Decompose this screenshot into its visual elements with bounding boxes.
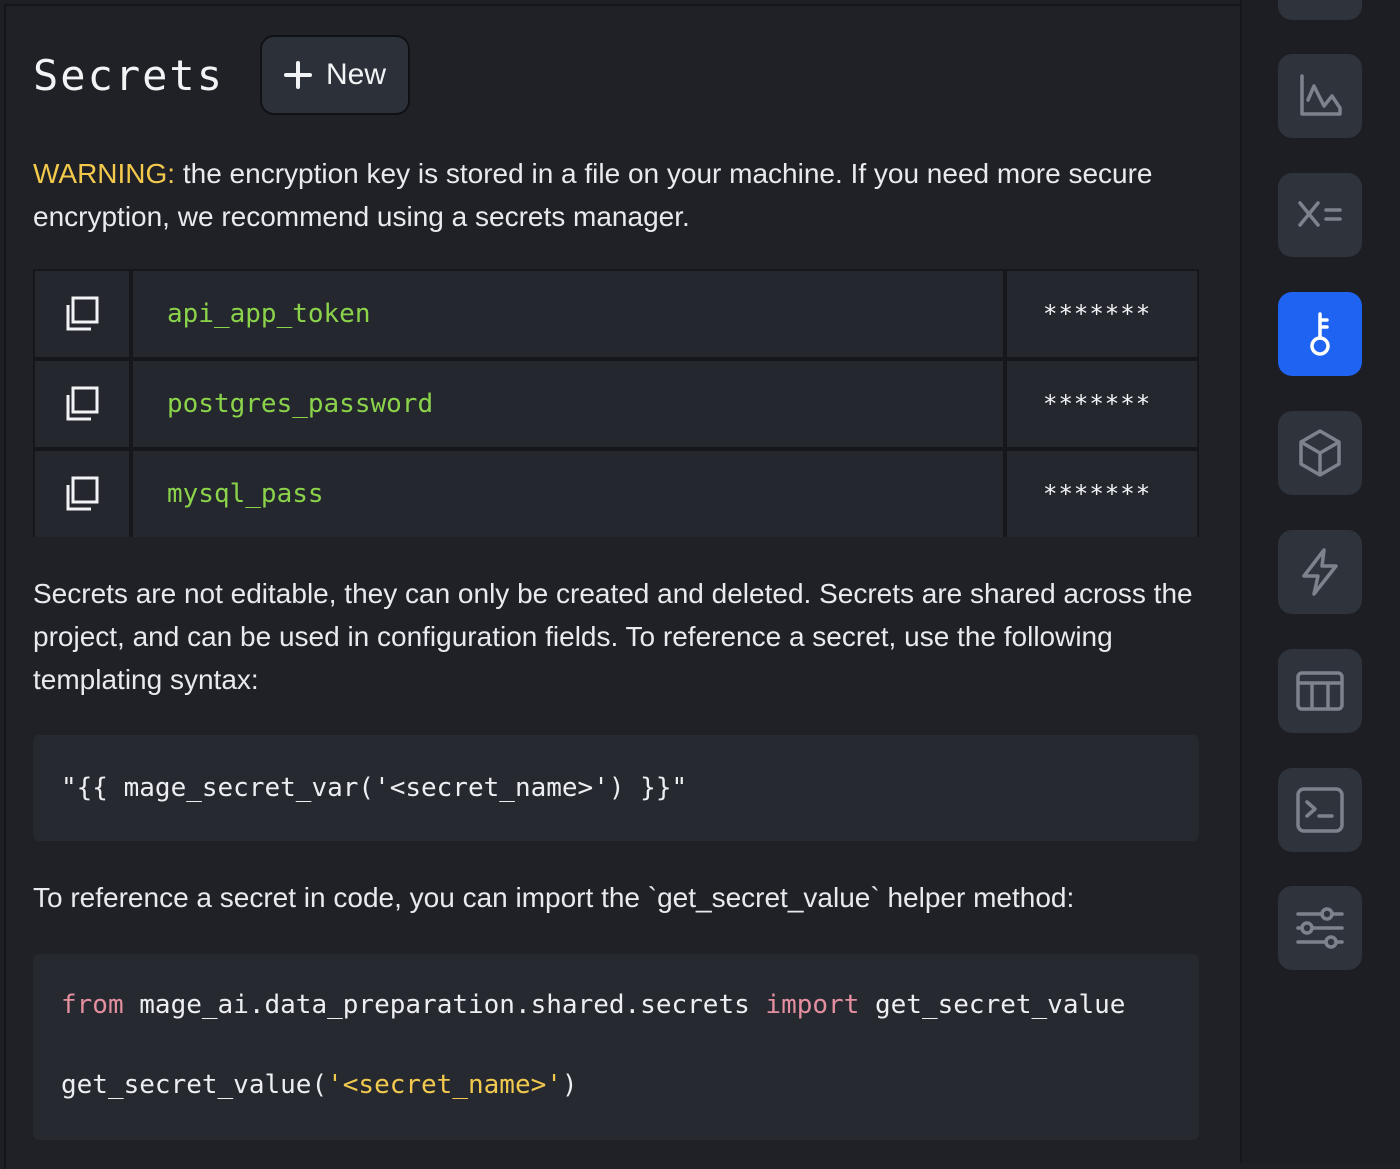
page-title: Secrets — [33, 50, 225, 100]
warning-label: WARNING: — [33, 158, 176, 189]
sidebar-button-secrets[interactable] — [1278, 292, 1362, 376]
code-call-suffix: ) — [561, 1070, 578, 1100]
sidebar-button-triggers[interactable] — [1278, 530, 1362, 614]
sidebar-button-top[interactable] — [1278, 0, 1362, 20]
secrets-key-icon — [1310, 312, 1330, 356]
terminal-icon — [1296, 787, 1344, 833]
copy-icon — [66, 386, 99, 421]
sidebar-button-terminal[interactable] — [1278, 768, 1362, 852]
code-imported-name: get_secret_value — [859, 990, 1126, 1020]
secret-name: mysql_pass — [133, 451, 1003, 537]
template-syntax-text: "{{ mage_secret_var('<secret_name>') }}" — [61, 773, 688, 803]
sidebar-button-packages[interactable] — [1278, 411, 1362, 495]
secret-name: api_app_token — [133, 271, 1003, 357]
secret-name: postgres_password — [133, 361, 1003, 447]
table-row: postgres_password ******* — [35, 361, 1197, 447]
variables-icon — [1298, 201, 1342, 227]
secret-value-masked: ******* — [1007, 271, 1197, 357]
code-intro-text: To reference a secret in code, you can i… — [33, 882, 1075, 913]
table-row: api_app_token ******* — [35, 271, 1197, 357]
new-secret-button-label: New — [326, 58, 387, 91]
copy-icon — [66, 476, 99, 511]
lightning-icon — [1302, 548, 1338, 596]
package-cube-icon — [1299, 429, 1341, 477]
code-module-path: mage_ai.data_preparation.shared.secrets — [123, 990, 766, 1020]
sidebar-button-variables[interactable] — [1278, 173, 1362, 257]
code-line-import: from mage_ai.data_preparation.shared.sec… — [61, 990, 1125, 1020]
code-line-call: get_secret_value('<secret_name>') — [61, 1070, 578, 1100]
copy-secret-button[interactable] — [35, 361, 129, 447]
table-row: mysql_pass ******* — [35, 451, 1197, 537]
table-icon — [1296, 671, 1344, 711]
code-call-argument: '<secret_name>' — [327, 1070, 562, 1100]
secret-value-masked: ******* — [1007, 451, 1197, 537]
plus-icon — [284, 61, 312, 89]
warning-text: the encryption key is stored in a file o… — [33, 158, 1153, 232]
right-sidebar — [1240, 0, 1400, 1163]
sidebar-button-charts[interactable] — [1278, 54, 1362, 138]
code-keyword-import: import — [765, 990, 860, 1020]
copy-secret-button[interactable] — [35, 451, 129, 537]
settings-sliders-icon — [1296, 907, 1344, 949]
template-syntax-code: "{{ mage_secret_var('<secret_name>') }}" — [33, 735, 1199, 841]
code-keyword-from: from — [61, 990, 124, 1020]
chart-icon — [1300, 74, 1342, 116]
sidebar-button-settings[interactable] — [1278, 886, 1362, 970]
code-example-block: from mage_ai.data_preparation.shared.sec… — [33, 954, 1199, 1140]
secrets-header: Secrets New — [33, 32, 411, 118]
copy-secret-button[interactable] — [35, 271, 129, 357]
copy-icon — [66, 296, 99, 331]
warning-message: WARNING: the encryption key is stored in… — [33, 152, 1183, 238]
secrets-table: api_app_token ******* postgres_password … — [33, 269, 1199, 537]
code-call-prefix: get_secret_value( — [61, 1070, 328, 1100]
secrets-info-text: Secrets are not editable, they can only … — [33, 578, 1193, 695]
sidebar-button-table[interactable] — [1278, 649, 1362, 733]
secret-value-masked: ******* — [1007, 361, 1197, 447]
new-secret-button[interactable]: New — [260, 35, 411, 115]
